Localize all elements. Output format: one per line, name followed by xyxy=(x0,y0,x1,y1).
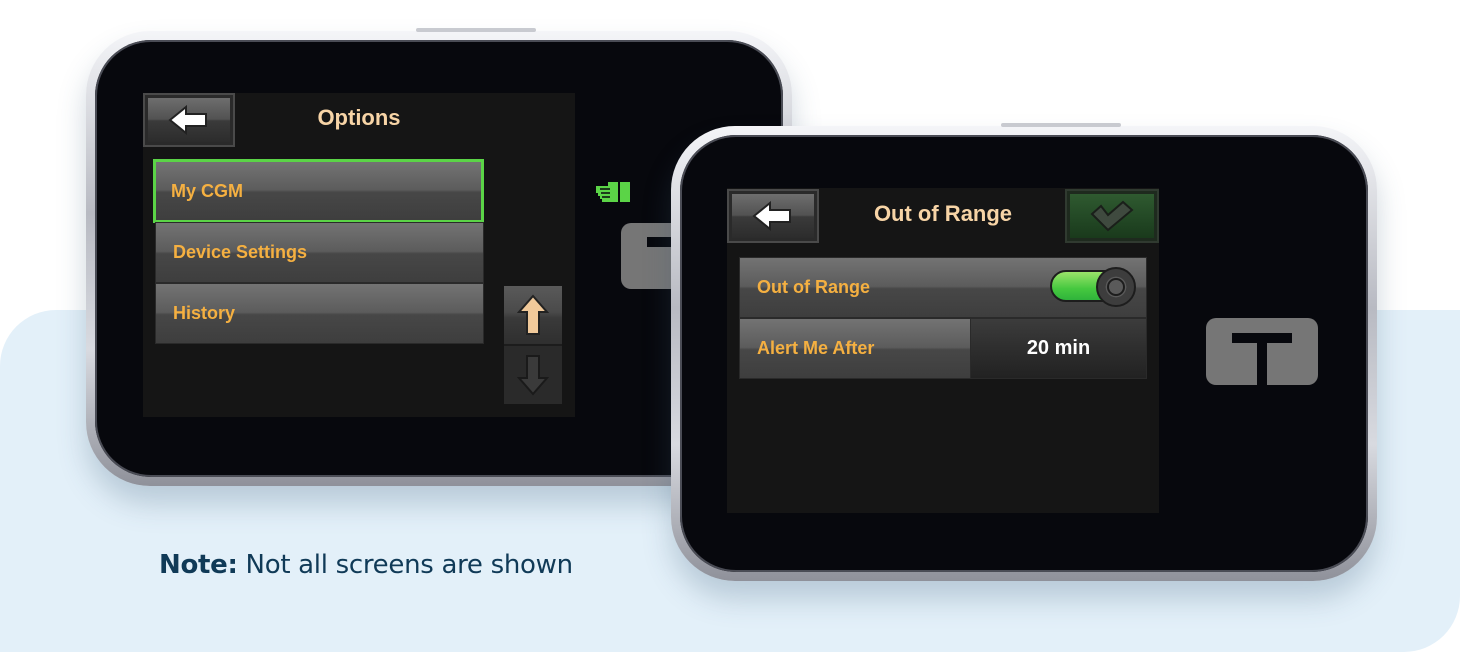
back-button[interactable] xyxy=(729,191,817,241)
tandem-logo xyxy=(1206,318,1318,385)
toggle-row-label: Out of Range xyxy=(757,277,870,297)
arrow-up-icon xyxy=(517,294,549,335)
confirm-button[interactable] xyxy=(1067,191,1157,241)
device-top-button xyxy=(1001,123,1121,127)
menu-item-my-cgm[interactable]: My CGM xyxy=(153,159,484,223)
page-title: Options xyxy=(317,105,401,130)
note-text: Note: Not all screens are shown xyxy=(159,550,573,580)
alert-me-after-value[interactable]: 20 min xyxy=(970,318,1147,379)
out-of-range-toggle[interactable] xyxy=(1050,267,1140,307)
alert-me-after-row[interactable]: Alert Me After xyxy=(739,318,971,379)
scroll-down-button[interactable] xyxy=(504,346,562,404)
alert-row-label: Alert Me After xyxy=(757,338,875,358)
note-body: Not all screens are shown xyxy=(237,550,574,580)
device-top-button xyxy=(416,28,536,32)
pointing-hand-icon xyxy=(596,182,630,202)
page-title: Out of Range xyxy=(873,201,1013,226)
menu-item-history[interactable]: History xyxy=(155,283,484,344)
back-button[interactable] xyxy=(145,95,233,145)
arrow-left-icon xyxy=(752,201,791,231)
arrow-down-icon xyxy=(517,355,549,396)
scroll-up-button[interactable] xyxy=(504,286,562,346)
checkmark-icon xyxy=(1090,200,1134,232)
menu-item-device-settings[interactable]: Device Settings xyxy=(155,222,484,283)
note-label: Note: xyxy=(159,550,238,580)
toggle-knob xyxy=(1096,267,1136,307)
arrow-left-icon xyxy=(168,105,207,135)
